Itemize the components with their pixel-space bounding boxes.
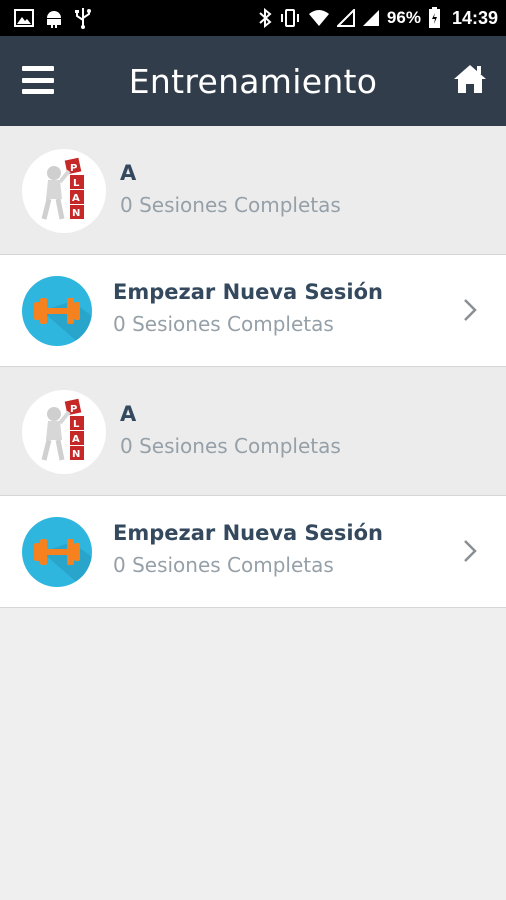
training-list: P L A N A 0 Sesiones Completas Empezar N… bbox=[0, 126, 506, 608]
session-subtitle: 0 Sesiones Completas bbox=[113, 312, 334, 337]
menu-icon-bar bbox=[22, 89, 54, 94]
plan-figure-icon: P L A N bbox=[22, 390, 106, 474]
status-notifications bbox=[14, 7, 92, 29]
menu-icon-bar bbox=[22, 66, 54, 71]
dumbbell-icon bbox=[22, 517, 92, 587]
android-icon bbox=[44, 8, 64, 28]
start-session-row[interactable]: Empezar Nueva Sesión 0 Sesiones Completa… bbox=[0, 255, 506, 367]
status-indicators: 96% 14:39 bbox=[258, 7, 498, 29]
session-title: Empezar Nueva Sesión bbox=[113, 521, 383, 545]
plan-row[interactable]: P L A N A 0 Sesiones Completas bbox=[0, 126, 506, 255]
plan-subtitle: 0 Sesiones Completas bbox=[120, 434, 341, 459]
image-notification-icon bbox=[14, 9, 34, 27]
session-row-text: Empezar Nueva Sesión 0 Sesiones Completa… bbox=[113, 520, 383, 577]
battery-icon bbox=[428, 7, 441, 29]
battery-percent: 96% bbox=[386, 8, 421, 27]
menu-button[interactable] bbox=[22, 66, 54, 94]
svg-text:A: A bbox=[72, 434, 80, 445]
chevron-right-icon bbox=[464, 540, 477, 562]
plan-row-text: A 0 Sesiones Completas bbox=[120, 160, 341, 217]
chevron-right-icon bbox=[464, 299, 477, 321]
plan-figure-icon: P L A N bbox=[22, 149, 106, 233]
svg-text:L: L bbox=[73, 419, 80, 430]
menu-icon-bar bbox=[22, 77, 54, 83]
app-bar: Entrenamiento bbox=[0, 36, 506, 126]
svg-text:N: N bbox=[72, 208, 80, 219]
signal-icon bbox=[336, 9, 355, 27]
plan-title: A bbox=[120, 402, 137, 426]
svg-text:P: P bbox=[70, 404, 77, 415]
session-subtitle: 0 Sesiones Completas bbox=[113, 553, 334, 578]
svg-text:L: L bbox=[73, 178, 80, 189]
plan-title: A bbox=[120, 161, 137, 185]
plan-row-text: A 0 Sesiones Completas bbox=[120, 401, 341, 458]
vibrate-icon bbox=[279, 8, 301, 28]
wifi-icon bbox=[308, 9, 330, 27]
usb-icon bbox=[74, 7, 92, 29]
clock: 14:39 bbox=[451, 7, 498, 28]
svg-text:N: N bbox=[72, 449, 80, 460]
bluetooth-icon bbox=[258, 8, 272, 28]
home-button[interactable] bbox=[452, 62, 488, 96]
plan-row[interactable]: P L A N A 0 Sesiones Completas bbox=[0, 367, 506, 496]
home-icon bbox=[454, 65, 486, 93]
session-row-text: Empezar Nueva Sesión 0 Sesiones Completa… bbox=[113, 279, 383, 336]
plan-subtitle: 0 Sesiones Completas bbox=[120, 193, 341, 218]
dumbbell-icon bbox=[22, 276, 92, 346]
start-session-row[interactable]: Empezar Nueva Sesión 0 Sesiones Completa… bbox=[0, 496, 506, 608]
status-bar: 96% 14:39 bbox=[0, 0, 506, 36]
session-title: Empezar Nueva Sesión bbox=[113, 280, 383, 304]
svg-text:A: A bbox=[72, 193, 80, 204]
page-title: Entrenamiento bbox=[128, 61, 378, 101]
signal-icon-2 bbox=[362, 9, 380, 27]
svg-text:P: P bbox=[70, 163, 77, 174]
